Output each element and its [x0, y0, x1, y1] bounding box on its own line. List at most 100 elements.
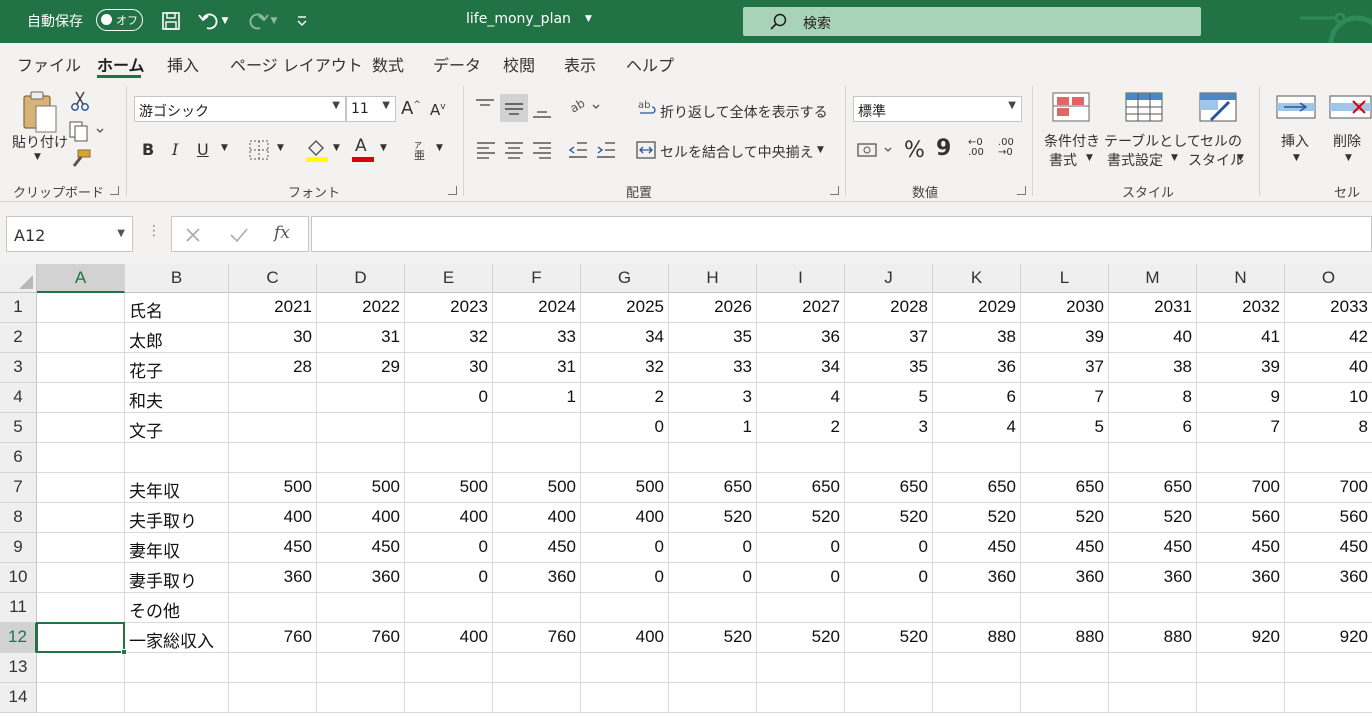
- cell-b13[interactable]: [125, 653, 229, 683]
- row-header-8[interactable]: 8: [0, 503, 37, 533]
- cell-g14[interactable]: [581, 683, 669, 713]
- row-header-2[interactable]: 2: [0, 323, 37, 353]
- cell-b6[interactable]: [125, 443, 229, 473]
- cell-b9[interactable]: 妻年収: [125, 533, 229, 563]
- cell-c12[interactable]: 760: [229, 623, 317, 653]
- cell-a8[interactable]: [37, 503, 125, 533]
- decrease-decimal-icon[interactable]: .00 →0: [998, 138, 1014, 158]
- cell-g10[interactable]: 0: [581, 563, 669, 593]
- cell-c2[interactable]: 30: [229, 323, 317, 353]
- undo-icon[interactable]: ▼: [195, 9, 231, 33]
- cell-e4[interactable]: 0: [405, 383, 493, 413]
- align-right-icon[interactable]: [532, 140, 552, 164]
- chevron-down-icon[interactable]: ▼: [1171, 153, 1178, 163]
- cell-o8[interactable]: 560: [1285, 503, 1372, 533]
- save-icon[interactable]: [160, 9, 182, 33]
- alignment-launcher-icon[interactable]: [830, 186, 839, 195]
- column-header-d[interactable]: D: [317, 264, 405, 293]
- cell-h4[interactable]: 3: [669, 383, 757, 413]
- cell-i4[interactable]: 4: [757, 383, 845, 413]
- cell-l13[interactable]: [1021, 653, 1109, 683]
- row-header-6[interactable]: 6: [0, 443, 37, 473]
- cell-k9[interactable]: 450: [933, 533, 1021, 563]
- file-name[interactable]: life_mony_plan: [466, 11, 571, 27]
- fill-color-icon[interactable]: [305, 138, 329, 166]
- font-size-select[interactable]: 11 ▼: [346, 96, 396, 122]
- insert-cells-icon[interactable]: [1276, 94, 1316, 126]
- cell-j11[interactable]: [845, 593, 933, 623]
- cell-m8[interactable]: 520: [1109, 503, 1197, 533]
- column-header-m[interactable]: M: [1109, 264, 1197, 293]
- paste-icon[interactable]: [20, 90, 60, 138]
- cell-l3[interactable]: 37: [1021, 353, 1109, 383]
- increase-decimal-icon[interactable]: ←0.00: [968, 138, 984, 158]
- border-icon[interactable]: [249, 140, 269, 164]
- cell-h10[interactable]: 0: [669, 563, 757, 593]
- cell-l5[interactable]: 5: [1021, 413, 1109, 443]
- cell-c6[interactable]: [229, 443, 317, 473]
- cell-b11[interactable]: その他: [125, 593, 229, 623]
- merge-dropdown-icon[interactable]: ▼: [817, 145, 824, 155]
- cell-l8[interactable]: 520: [1021, 503, 1109, 533]
- cell-f5[interactable]: [493, 413, 581, 443]
- column-header-h[interactable]: H: [669, 264, 757, 293]
- cell-i2[interactable]: 36: [757, 323, 845, 353]
- tab-view[interactable]: 表示: [564, 52, 596, 76]
- format-painter-icon[interactable]: [70, 148, 92, 174]
- cell-n5[interactable]: 7: [1197, 413, 1285, 443]
- cell-c5[interactable]: [229, 413, 317, 443]
- cell-n14[interactable]: [1197, 683, 1285, 713]
- cell-m6[interactable]: [1109, 443, 1197, 473]
- font-launcher-icon[interactable]: [448, 186, 457, 195]
- cell-styles-label-2[interactable]: スタイル: [1188, 150, 1244, 170]
- cell-f9[interactable]: 450: [493, 533, 581, 563]
- cell-l9[interactable]: 450: [1021, 533, 1109, 563]
- tab-help[interactable]: ヘルプ: [626, 52, 674, 76]
- cell-h9[interactable]: 0: [669, 533, 757, 563]
- customize-toolbar-icon[interactable]: [293, 9, 311, 33]
- merge-center-button[interactable]: セルを結合して中央揃え: [660, 142, 814, 162]
- cell-c11[interactable]: [229, 593, 317, 623]
- chevron-down-icon[interactable]: ▼: [1237, 153, 1244, 163]
- fill-color-dropdown-icon[interactable]: ▼: [333, 143, 340, 153]
- cell-styles-label-1[interactable]: セルの: [1200, 131, 1242, 151]
- conditional-format-label-1[interactable]: 条件付き: [1044, 131, 1100, 151]
- cell-i8[interactable]: 520: [757, 503, 845, 533]
- cell-j13[interactable]: [845, 653, 933, 683]
- orientation-icon[interactable]: ab: [567, 96, 603, 122]
- cell-d2[interactable]: 31: [317, 323, 405, 353]
- cell-f13[interactable]: [493, 653, 581, 683]
- column-header-g[interactable]: G: [581, 264, 669, 293]
- column-header-a[interactable]: A: [37, 264, 125, 293]
- cell-g12[interactable]: 400: [581, 623, 669, 653]
- cell-j8[interactable]: 520: [845, 503, 933, 533]
- cell-g13[interactable]: [581, 653, 669, 683]
- cell-o2[interactable]: 42: [1285, 323, 1372, 353]
- cell-l14[interactable]: [1021, 683, 1109, 713]
- cell-f12[interactable]: 760: [493, 623, 581, 653]
- search-box[interactable]: 検索: [743, 7, 1201, 36]
- column-header-f[interactable]: F: [493, 264, 581, 293]
- cell-k6[interactable]: [933, 443, 1021, 473]
- insert-function-icon[interactable]: fx: [274, 223, 290, 243]
- cell-k8[interactable]: 520: [933, 503, 1021, 533]
- redo-icon[interactable]: ▼: [244, 9, 280, 33]
- cell-a14[interactable]: [37, 683, 125, 713]
- column-header-o[interactable]: O: [1285, 264, 1372, 293]
- cell-d10[interactable]: 360: [317, 563, 405, 593]
- cell-i5[interactable]: 2: [757, 413, 845, 443]
- cell-g4[interactable]: 2: [581, 383, 669, 413]
- tab-review[interactable]: 校閲: [503, 52, 535, 76]
- cell-l4[interactable]: 7: [1021, 383, 1109, 413]
- row-header-12[interactable]: 12: [0, 623, 37, 653]
- cell-g8[interactable]: 400: [581, 503, 669, 533]
- cell-b12[interactable]: 一家総収入: [125, 623, 229, 653]
- cell-b3[interactable]: 花子: [125, 353, 229, 383]
- cell-d7[interactable]: 500: [317, 473, 405, 503]
- cell-k2[interactable]: 38: [933, 323, 1021, 353]
- bold-button[interactable]: B: [142, 140, 154, 159]
- chevron-down-icon[interactable]: ▼: [1293, 153, 1300, 163]
- cell-e10[interactable]: 0: [405, 563, 493, 593]
- cell-j1[interactable]: 2028: [845, 293, 933, 323]
- align-left-icon[interactable]: [476, 140, 496, 164]
